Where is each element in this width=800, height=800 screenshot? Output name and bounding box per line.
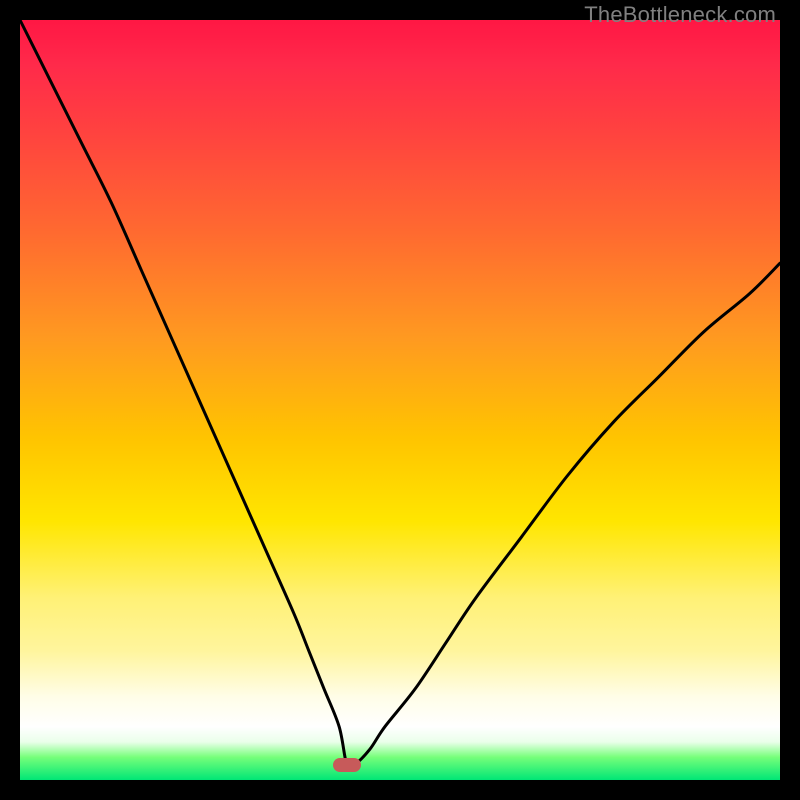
watermark-text: TheBottleneck.com: [584, 2, 776, 28]
curve-path: [20, 20, 780, 768]
bottleneck-curve: [20, 20, 780, 780]
minimum-marker: [333, 758, 361, 772]
plot-area: [20, 20, 780, 780]
chart-frame: TheBottleneck.com: [0, 0, 800, 800]
